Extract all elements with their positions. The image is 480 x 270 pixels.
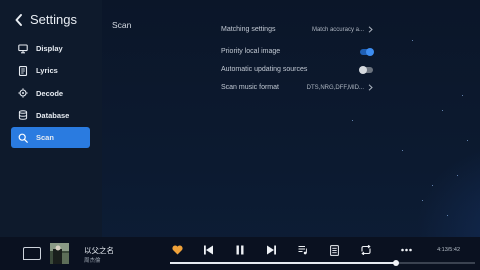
playback-time: 4:13/5:42 [437, 247, 460, 253]
sidebar-item-label: Display [36, 44, 63, 53]
setting-value: Match accuracy a... [312, 26, 373, 33]
sidebar-item-label: Decode [36, 88, 64, 98]
setting-label: Priority local image [221, 48, 281, 55]
scan-music-format-row[interactable]: Scan music format DTS,NRG,DFF,MID... [221, 84, 373, 91]
priority-local-image-row: Priority local image [221, 47, 374, 56]
matching-value: Match accuracy a... [311, 26, 364, 33]
setting-value: DTS,NRG,DFF,MID... [307, 84, 373, 91]
space-background [102, 0, 480, 270]
lyrics-panel-icon[interactable] [330, 245, 339, 256]
sidebar-item-label: Scan [36, 133, 54, 143]
next-icon[interactable] [266, 245, 277, 255]
setting-label: Matching settings [221, 26, 276, 33]
sidebar-item-label: Database [36, 110, 70, 120]
automatic-updating-sources-toggle[interactable] [359, 65, 373, 74]
sidebar-item-label: Lyrics [36, 66, 58, 76]
chevron-right-icon [368, 26, 373, 33]
mini-player-icon[interactable] [23, 247, 41, 260]
back-arrow-icon[interactable] [14, 13, 24, 27]
automatic-updating-sources-row: Automatic updating sources [221, 65, 373, 74]
toggle-knob [366, 47, 374, 56]
sidebar-item-database[interactable]: Database [11, 105, 90, 126]
database-icon [18, 110, 28, 121]
lyrics-icon [18, 65, 28, 76]
chevron-right-icon [368, 84, 373, 91]
search-icon [18, 133, 28, 143]
heart-icon[interactable] [172, 245, 183, 255]
playlist-icon[interactable] [298, 245, 308, 255]
artist-name: 周杰倫 [84, 258, 101, 264]
sidebar-item-display[interactable]: Display [11, 38, 90, 59]
more-options-icon[interactable] [401, 248, 412, 252]
toggle-knob [359, 65, 367, 74]
monitor-icon [18, 43, 28, 53]
settings-header: Settings [14, 12, 77, 27]
pause-icon[interactable] [235, 245, 245, 255]
repeat-icon[interactable] [360, 245, 372, 255]
priority-local-image-toggle[interactable] [360, 47, 374, 56]
previous-icon[interactable] [203, 245, 214, 255]
album-art[interactable] [50, 243, 69, 264]
setting-label: Scan music format [221, 84, 279, 91]
scan-format-value: DTS,NRG,DFF,MID... [306, 84, 364, 91]
progress-handle[interactable] [392, 260, 399, 266]
sidebar: Settings Display Lyrics Decode Database … [0, 0, 102, 237]
sidebar-item-decode[interactable]: Decode [11, 83, 90, 104]
section-title: Scan [112, 20, 132, 30]
song-title: 以父之名 [84, 246, 114, 255]
settings-nav: Display Lyrics Decode Database Scan [11, 38, 90, 149]
progress-fill [170, 262, 396, 264]
progress-bar[interactable] [170, 260, 475, 266]
page-title: Settings [30, 12, 77, 27]
sidebar-item-scan[interactable]: Scan [11, 127, 90, 149]
matching-settings-row[interactable]: Matching settings Match accuracy a... [221, 26, 373, 33]
sidebar-item-lyrics[interactable]: Lyrics [11, 60, 90, 81]
chip-icon [18, 88, 28, 98]
setting-label: Automatic updating sources [221, 66, 308, 73]
